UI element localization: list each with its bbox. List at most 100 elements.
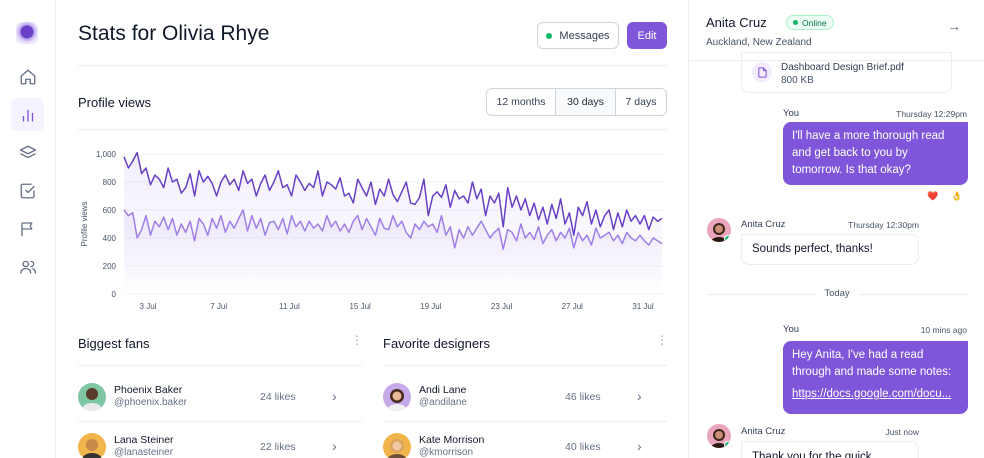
person-name: Andi Lane: [419, 384, 467, 396]
avatar: [707, 218, 731, 242]
person-name: Lana Steiner: [114, 434, 174, 446]
chat-contact-location: Auckland, New Zealand: [706, 37, 812, 48]
check-square-icon[interactable]: [11, 174, 44, 207]
divider: [78, 129, 667, 130]
x-tick-label: 11 Jul: [279, 302, 300, 311]
chevron-right-icon[interactable]: ›: [637, 438, 642, 454]
y-tick-label: 400: [103, 234, 117, 243]
divider-line: [858, 294, 968, 295]
layers-icon[interactable]: [11, 136, 44, 169]
ok-hand-reaction[interactable]: 👌: [951, 191, 962, 202]
heart-reaction[interactable]: ❤️: [927, 191, 938, 202]
chat-header-divider: [689, 60, 984, 61]
range-selector: 12 months 30 days 7 days: [486, 88, 667, 116]
status-badge: Online: [786, 15, 834, 30]
x-tick-label: 19 Jul: [420, 302, 442, 311]
person-handle: @phoenix.baker: [114, 397, 187, 408]
y-tick-label: 0: [112, 290, 117, 299]
message-bubble-outgoing: Hey Anita, I've had a read through and m…: [783, 341, 968, 414]
divider: [383, 421, 667, 422]
file-name: Dashboard Design Brief.pdf: [781, 62, 904, 73]
person-handle: @kmorrison: [419, 447, 474, 458]
page-title: Stats for Olivia Rhye: [78, 22, 270, 45]
y-tick-label: 600: [103, 206, 117, 215]
users-icon[interactable]: [11, 250, 44, 283]
profile-views-chart: 0 200 400 600 800 1,000 Profile views 3 Jul 7 Ju…: [80, 150, 664, 311]
x-tick-label: 23 Jul: [491, 302, 513, 311]
likes-count: 40 likes: [565, 441, 601, 453]
message-time: Thursday 12:29pm: [896, 109, 967, 119]
file-size: 800 KB: [781, 75, 814, 86]
list-item[interactable]: Phoenix Baker @phoenix.baker 24 likes ›: [78, 378, 362, 418]
message-time: 10 mins ago: [920, 325, 967, 335]
arrow-right-icon[interactable]: →: [947, 18, 961, 34]
person-handle: @andilane: [419, 397, 467, 408]
range-7-days[interactable]: 7 days: [616, 89, 666, 115]
range-30-days[interactable]: 30 days: [556, 89, 616, 115]
message-sender: You: [783, 324, 800, 335]
online-dot-icon: [793, 20, 798, 25]
list-item[interactable]: Lana Steiner @lanasteiner 22 likes ›: [78, 428, 362, 458]
avatar: [78, 383, 106, 411]
message-sender: Anita Cruz: [741, 219, 786, 230]
avatar: [78, 433, 106, 458]
messages-button[interactable]: Messages: [537, 22, 619, 49]
x-tick-label: 15 Jul: [349, 302, 371, 311]
message-bubble-incoming: Thank you for the quick...: [741, 441, 919, 458]
biggest-fans-title: Biggest fans: [78, 336, 150, 351]
message-link[interactable]: https://docs.google.com/docu...: [792, 386, 959, 403]
online-dot-icon: [724, 235, 731, 242]
list-item[interactable]: Andi Lane @andilane 46 likes ›: [383, 378, 667, 418]
divider: [78, 65, 667, 66]
favorite-designers-title: Favorite designers: [383, 336, 490, 351]
x-tick-label: 3 Jul: [140, 302, 157, 311]
avatar: [707, 424, 731, 448]
logo-icon[interactable]: [16, 22, 38, 44]
file-icon: [752, 62, 772, 82]
range-12-months[interactable]: 12 months: [487, 89, 556, 115]
online-dot-icon: [546, 32, 553, 39]
profile-views-title: Profile views: [78, 95, 151, 110]
online-dot-icon: [724, 441, 731, 448]
x-tick-label: 27 Jul: [562, 302, 584, 311]
likes-count: 22 likes: [260, 441, 296, 453]
x-tick-label: 7 Jul: [210, 302, 227, 311]
message-text: Hey Anita, I've had a read through and m…: [792, 349, 952, 378]
icon-sidebar: [0, 0, 56, 458]
message-bubble-outgoing: I'll have a more thorough read and get b…: [783, 122, 968, 185]
divider: [78, 365, 362, 366]
person-name: Phoenix Baker: [114, 384, 183, 396]
edit-button[interactable]: Edit: [627, 22, 667, 49]
y-tick-label: 200: [103, 262, 117, 271]
more-options-icon[interactable]: ⋮: [351, 334, 363, 346]
list-item[interactable]: Kate Morrison @kmorrison 40 likes ›: [383, 428, 667, 458]
status-label: Online: [802, 17, 827, 28]
chevron-right-icon[interactable]: ›: [637, 388, 642, 404]
avatar: [383, 383, 411, 411]
message-sender: Anita Cruz: [741, 426, 786, 437]
home-icon[interactable]: [11, 60, 44, 93]
y-axis-label: Profile views: [80, 202, 89, 247]
more-options-icon[interactable]: ⋮: [656, 334, 668, 346]
avatar: [383, 433, 411, 458]
y-tick-label: 1,000: [96, 150, 117, 159]
file-attachment[interactable]: Dashboard Design Brief.pdf 800 KB: [741, 52, 952, 93]
chevron-right-icon[interactable]: ›: [332, 438, 337, 454]
chevron-right-icon[interactable]: ›: [332, 388, 337, 404]
bar-chart-icon[interactable]: [11, 98, 44, 131]
message-bubble-incoming: Sounds perfect, thanks!: [741, 234, 919, 265]
divider: [383, 365, 667, 366]
main-content: Stats for Olivia Rhye Messages Edit Prof…: [56, 0, 688, 458]
person-handle: @lanasteiner: [114, 447, 174, 458]
day-divider: Today: [706, 288, 968, 300]
x-tick-label: 31 Jul: [632, 302, 654, 311]
flag-icon[interactable]: [11, 212, 44, 245]
likes-count: 24 likes: [260, 391, 296, 403]
chat-contact-name: Anita Cruz: [706, 15, 767, 30]
message-time: Just now: [885, 427, 919, 437]
message-sender: You: [783, 108, 800, 119]
chat-panel: Anita Cruz Online Auckland, New Zealand …: [688, 0, 984, 458]
message-time: Thursday 12:30pm: [848, 220, 919, 230]
likes-count: 46 likes: [565, 391, 601, 403]
messages-button-label: Messages: [559, 29, 610, 42]
